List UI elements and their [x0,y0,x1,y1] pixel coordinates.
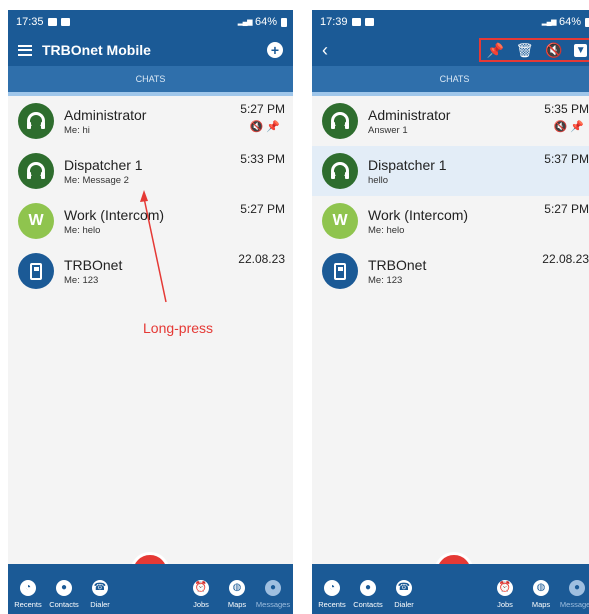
nav-recents[interactable]: ◔ Recents [10,580,46,609]
bottom-nav: ◔ Recents ● Contacts ☎ Dialer ⏰ Jobs ◍ Maps ●… [312,564,589,614]
contacts-icon: ● [56,580,72,596]
jobs-icon: ⏰ [193,580,209,596]
chat-time: 5:35 PM [544,102,589,116]
phone-screen-right: 17:39 ▂▄▆ 64% ‹ 📌 🗑 🔇 ▼ CHATS Administra… [312,10,589,614]
nav-jobs[interactable]: ⏰ Jobs [183,580,219,609]
maps-icon: ◍ [229,580,245,596]
nav-jobs[interactable]: ⏰ Jobs [487,580,523,609]
delete-icon[interactable]: 🗑 [516,43,534,57]
back-icon[interactable]: ‹ [322,40,328,61]
radio-icon [322,253,358,289]
nav-messages[interactable]: ●Messages [255,580,291,609]
signal-icon: ▂▄▆ [541,19,557,26]
phone-screen-left: 17:35 ▂▄▆ 64% TRBOnet Mobile + CHATS Adm… [8,10,293,614]
jobs-icon: ⏰ [497,580,513,596]
chat-item[interactable]: TRBOnet Me: 123 22.08.23 [312,246,589,296]
status-time: 17:39 [320,16,348,28]
notification-icon [364,18,374,26]
battery-text: 64% [558,16,581,28]
messages-icon: ● [265,580,281,596]
long-press-annotation: Long-press [143,320,214,336]
headset-icon [322,153,358,189]
recents-icon: ◔ [324,580,340,596]
avatar-letter: W [322,203,358,239]
app-bar-selection: ‹ 📌 🗑 🔇 ▼ [312,34,589,66]
dialer-icon: ☎ [396,580,412,596]
chat-time: 5:37 PM [544,152,589,166]
nav-messages[interactable]: ●Messages [559,580,589,609]
nav-dialer[interactable]: ☎ Dialer [82,580,118,609]
dialer-icon: ☎ [92,580,108,596]
chat-item-selected[interactable]: Dispatcher 1 hello 5:37 PM [312,146,589,196]
battery-icon [585,17,589,27]
contacts-icon: ● [360,580,376,596]
notification-icon [351,18,361,26]
nav-contacts[interactable]: ● Contacts [46,580,82,609]
chat-last-message: Me: 123 [368,274,403,286]
selection-actions: 📌 🗑 🔇 ▼ [479,38,589,62]
chat-list: Administrator Answer 1 5:35 PM 🔇📌 Dispat… [312,96,589,296]
tab-chats[interactable]: CHATS [312,66,589,96]
mute-pin-icons: 🔇📌 [553,121,587,133]
messages-icon: ● [569,580,585,596]
chat-last-message: hello [368,174,389,186]
nav-maps[interactable]: ◍ Maps [219,580,255,609]
maps-icon: ◍ [533,580,549,596]
chat-time: 5:27 PM [544,202,589,216]
chat-item[interactable]: Administrator Answer 1 5:35 PM 🔇📌 [312,96,589,146]
chat-time: 22.08.23 [542,252,589,266]
chat-last-message: Me: helo [368,224,405,236]
recents-icon: ◔ [20,580,36,596]
pin-icon[interactable]: 📌 [487,43,504,57]
status-bar: 17:39 ▂▄▆ 64% [312,10,589,34]
headset-icon [322,103,358,139]
nav-dialer[interactable]: ☎ Dialer [386,580,422,609]
nav-contacts[interactable]: ● Contacts [350,580,386,609]
bottom-nav: ◔ Recents ● Contacts ☎ Dialer ⏰ Jobs ◍ Maps ●… [8,564,293,614]
chat-item[interactable]: W Work (Intercom) Me: helo 5:27 PM [312,196,589,246]
mute-icon[interactable]: 🔇 [545,43,562,57]
nav-recents[interactable]: ◔ Recents [314,580,350,609]
annotation-arrow [140,190,167,303]
nav-maps[interactable]: ◍ Maps [523,580,559,609]
archive-icon[interactable]: ▼ [574,43,588,57]
